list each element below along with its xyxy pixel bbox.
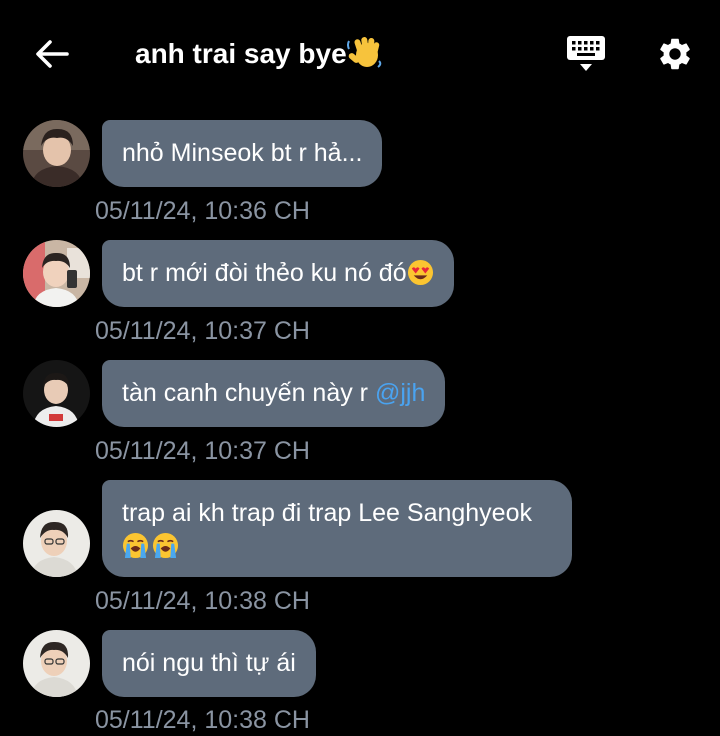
message-timestamp: 05/11/24, 10:37 CH [95, 437, 310, 465]
gear-icon [660, 38, 690, 70]
message-bubble[interactable]: nhỏ Minseok bt r hả... [102, 120, 383, 187]
message-timestamp: 05/11/24, 10:38 CH [95, 587, 310, 615]
message-bubble[interactable]: tàn canh chuyến này r @jjh [102, 360, 446, 427]
settings-button[interactable] [650, 30, 700, 78]
message-text: bt r mới đòi thẻo ku nó đó [122, 259, 407, 287]
loudly-crying-emoji-icon [152, 532, 179, 559]
waving-hand-icon [346, 37, 381, 68]
avatar[interactable] [23, 510, 90, 577]
loudly-crying-emoji-icon [122, 532, 149, 559]
keyboard-icon [567, 36, 605, 71]
message-text: tàn canh chuyến này r [122, 379, 375, 407]
message-text: trap ai kh trap đi trap Lee Sanghyeok [122, 499, 532, 527]
chat-title-text: anh trai say bye [135, 38, 347, 69]
avatar[interactable] [23, 630, 90, 697]
back-arrow-icon [36, 40, 69, 68]
message-timestamp: 05/11/24, 10:38 CH [95, 706, 310, 734]
message-bubble[interactable]: nói ngu thì tự ái [102, 630, 316, 697]
chat-title: anh trai say bye [135, 34, 383, 74]
message-bubble[interactable]: bt r mới đòi thẻo ku nó đó [102, 240, 454, 307]
avatar[interactable] [23, 240, 90, 307]
avatar[interactable] [23, 360, 90, 427]
heart-eyes-emoji-icon [407, 259, 433, 286]
avatar[interactable] [23, 120, 90, 187]
message-timestamp: 05/11/24, 10:37 CH [95, 317, 310, 345]
back-button[interactable] [28, 30, 76, 78]
chat-header: anh trai say bye [0, 0, 720, 108]
user-mention-link[interactable]: @jjh [375, 379, 425, 407]
message-timestamp: 05/11/24, 10:36 CH [95, 197, 310, 225]
message-text: nhỏ Minseok bt r hả... [122, 139, 363, 167]
message-text: nói ngu thì tự ái [122, 649, 296, 677]
message-bubble[interactable]: trap ai kh trap đi trap Lee Sanghyeok [102, 480, 572, 577]
keyboard-toggle-button[interactable] [560, 30, 612, 78]
